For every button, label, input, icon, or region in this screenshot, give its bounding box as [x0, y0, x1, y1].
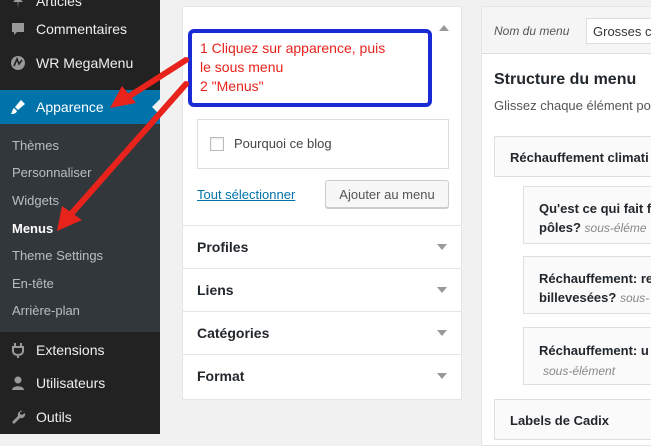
accordion-format[interactable]: Format	[183, 354, 461, 397]
pin-icon	[0, 0, 36, 9]
accordion-label: Format	[197, 368, 245, 384]
accordion-profiles[interactable]: Profiles	[183, 225, 461, 268]
accordion-liens[interactable]: Liens	[183, 268, 461, 311]
accordion-categories[interactable]: Catégories	[183, 311, 461, 354]
menu-item-title: Réchauffement climati	[510, 150, 649, 165]
menu-name-label: Nom du menu	[494, 24, 570, 38]
sidebar-item-label: Utilisateurs	[36, 375, 106, 391]
sidebar-item-label: Extensions	[36, 342, 105, 358]
menu-item[interactable]: Qu'est ce qui fait f pôles? sous-éléme	[523, 186, 651, 244]
expand-arrow-icon	[437, 244, 447, 250]
menu-structure-description: Glissez chaque élément po	[494, 98, 651, 113]
accordion-label: Profiles	[197, 239, 249, 255]
menu-structure-title: Structure du menu	[494, 71, 637, 88]
sidebar-item-label: Apparence	[36, 99, 104, 115]
sidebar-item-label: Articles	[36, 0, 82, 9]
wrench-icon	[0, 409, 36, 425]
expand-arrow-icon	[437, 373, 447, 379]
submenu-theme-settings[interactable]: Theme Settings	[12, 248, 103, 263]
sidebar-item-commentaires[interactable]: Commentaires	[0, 12, 160, 46]
submenu-themes[interactable]: Thèmes	[12, 138, 59, 153]
menu-item-title: Réchauffement: u	[539, 343, 649, 358]
submenu-menus[interactable]: Menus	[12, 221, 53, 236]
plugin-icon	[0, 342, 36, 358]
page-checkbox[interactable]	[210, 137, 224, 151]
select-all-link[interactable]: Tout sélectionner	[197, 187, 295, 202]
menu-item[interactable]: Réchauffement: u sous-élément	[523, 327, 651, 385]
menu-name-input[interactable]: Grosses ce	[586, 18, 651, 44]
submenu-en-tete[interactable]: En-tête	[12, 276, 54, 291]
submenu-arriere-plan[interactable]: Arrière-plan	[12, 303, 80, 318]
sidebar-item-outils[interactable]: Outils	[0, 400, 160, 434]
submenu-personnaliser[interactable]: Personnaliser	[12, 165, 92, 180]
megamenu-icon	[0, 55, 36, 71]
sidebar-item-extensions[interactable]: Extensions	[0, 333, 160, 367]
admin-sidebar: Articles Commentaires WR MegaMenu Appare…	[0, 0, 160, 434]
expand-arrow-icon	[437, 330, 447, 336]
callout-line: le sous menu	[200, 59, 284, 75]
callout-line: 1 Cliquez sur apparence, puis	[200, 40, 386, 56]
menu-item-type: sous-	[619, 291, 650, 305]
apparence-submenu: Thèmes Personnaliser Widgets Menus Theme…	[0, 124, 160, 332]
menu-item-type: sous-éléme	[584, 221, 647, 235]
current-menu-indicator	[152, 99, 160, 115]
add-to-menu-button[interactable]: Ajouter au menu	[325, 180, 449, 208]
expand-arrow-icon	[437, 287, 447, 293]
menu-item-title: Labels de Cadix	[510, 413, 609, 428]
menu-item-title-cont: pôles?	[539, 220, 581, 235]
user-icon	[0, 375, 36, 391]
checkbox-label: Pourquoi ce blog	[234, 136, 332, 151]
collapse-arrow-icon[interactable]	[439, 25, 449, 31]
accordion-label: Catégories	[197, 325, 270, 341]
pages-checklist: Pourquoi ce blog	[197, 119, 449, 169]
menu-item[interactable]: Réchauffement climati	[494, 136, 651, 177]
callout-line: 2 "Menus"	[200, 78, 264, 94]
menu-item-title: Réchauffement: re	[539, 271, 651, 286]
instruction-callout: 1 Cliquez sur apparence, puis le sous me…	[188, 29, 432, 107]
menu-item-title-cont: billevesées?	[539, 290, 617, 305]
sidebar-item-apparence[interactable]: Apparence	[0, 90, 160, 124]
menu-item-title: Qu'est ce qui fait f	[539, 201, 651, 216]
sidebar-item-utilisateurs[interactable]: Utilisateurs	[0, 366, 160, 400]
menu-editor: Nom du menu Grosses ce Structure du menu…	[481, 6, 651, 446]
brush-icon	[0, 98, 36, 116]
menu-item[interactable]: Réchauffement: re billevesées? sous-	[523, 256, 651, 314]
sidebar-item-label: WR MegaMenu	[36, 55, 134, 71]
comment-icon	[0, 21, 36, 37]
menu-item-type: sous-élément	[543, 364, 616, 378]
accordion-label: Liens	[197, 282, 234, 298]
sidebar-item-label: Outils	[36, 409, 72, 425]
sidebar-item-wr-megamenu[interactable]: WR MegaMenu	[0, 46, 160, 80]
sidebar-item-label: Commentaires	[36, 21, 128, 37]
submenu-widgets[interactable]: Widgets	[12, 193, 59, 208]
menu-editor-header: Nom du menu Grosses ce	[482, 7, 651, 54]
